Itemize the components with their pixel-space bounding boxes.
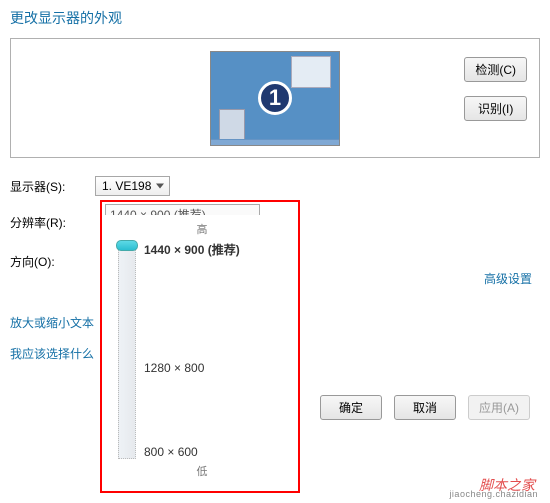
display-preview-box: 1 检测(C) 识别(I) (10, 38, 540, 158)
text-size-link[interactable]: 放大或缩小文本 (10, 314, 94, 331)
apply-button: 应用(A) (468, 395, 530, 420)
display-dropdown[interactable]: 1. VE198 (95, 176, 170, 196)
what-choose-link[interactable]: 我应该选择什么 (10, 345, 94, 362)
preview-window-icon (219, 109, 245, 141)
preview-taskbar-icon (211, 139, 339, 145)
resolution-slider-track[interactable] (118, 241, 136, 459)
cancel-button[interactable]: 取消 (394, 395, 456, 420)
slider-low-label: 低 (118, 463, 286, 479)
watermark-subtext: jiaocheng.chazidian (449, 489, 538, 499)
slider-high-label: 高 (118, 221, 286, 237)
resolution-slider-thumb[interactable] (116, 240, 138, 251)
monitor-number-badge: 1 (258, 81, 292, 115)
resolution-option[interactable]: 1440 × 900 (推荐) (144, 241, 240, 258)
resolution-option[interactable]: 800 × 600 (144, 445, 240, 459)
page-title: 更改显示器的外观 (10, 8, 540, 28)
resolution-label: 分辨率(R): (10, 214, 95, 231)
orientation-label: 方向(O): (10, 253, 95, 270)
resolution-popup: 高 1440 × 900 (推荐) 1280 × 800 800 × 600 低 (104, 215, 296, 489)
detect-button[interactable]: 检测(C) (464, 57, 527, 82)
display-label: 显示器(S): (10, 178, 95, 195)
ok-button[interactable]: 确定 (320, 395, 382, 420)
resolution-option[interactable]: 1280 × 800 (144, 361, 240, 375)
preview-window-icon (291, 56, 331, 88)
identify-button[interactable]: 识别(I) (464, 96, 527, 121)
advanced-settings-link[interactable]: 高级设置 (484, 270, 532, 287)
monitor-preview[interactable]: 1 (210, 51, 340, 146)
